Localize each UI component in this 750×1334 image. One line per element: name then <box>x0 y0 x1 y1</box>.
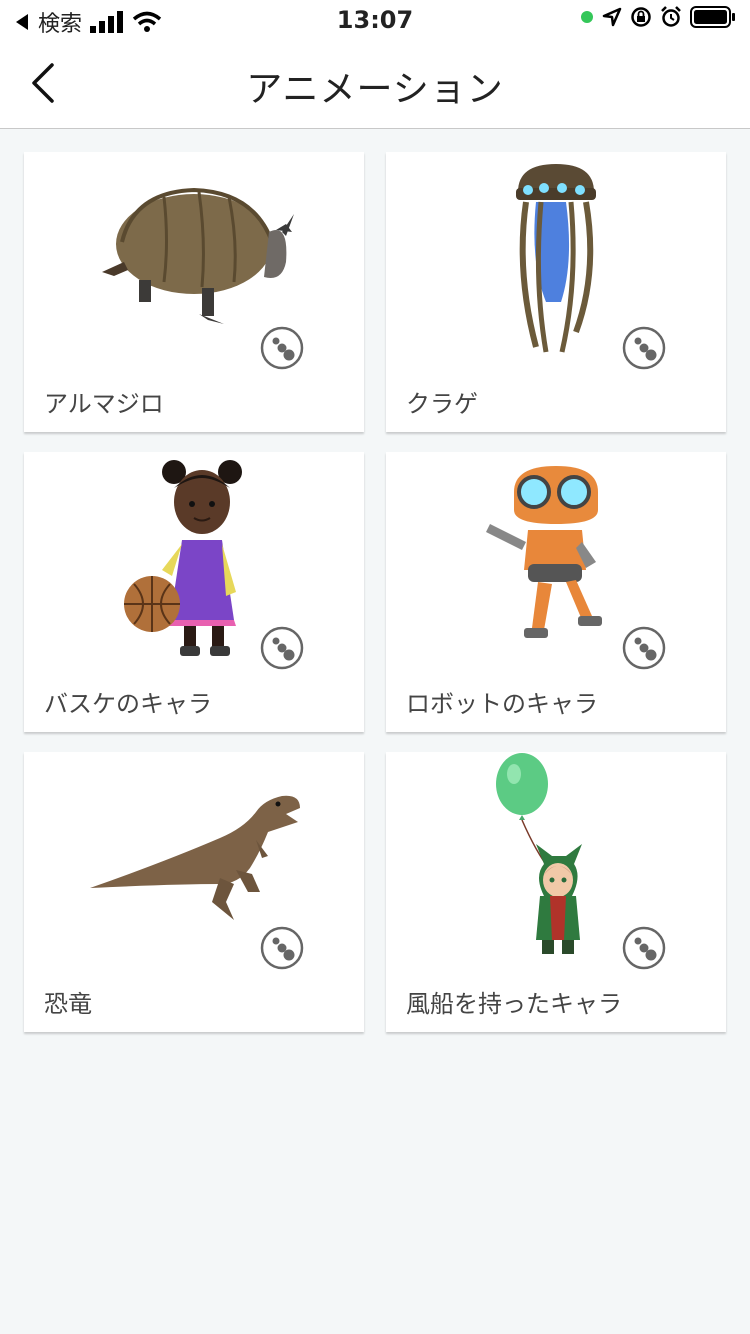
card-robot-character[interactable]: ロボットのキャラ <box>386 452 726 732</box>
location-arrow-icon <box>602 7 622 27</box>
navigation-bar: アニメーション <box>0 40 750 129</box>
basketball-girl-image <box>124 460 242 656</box>
card-label: アルマジロ <box>44 390 164 418</box>
camera-indicator-icon <box>581 11 593 23</box>
animation-icon <box>622 326 666 370</box>
balloon-character-image <box>496 753 582 954</box>
armadillo-image <box>102 187 294 324</box>
battery-icon <box>690 6 735 28</box>
card-label: 恐竜 <box>44 990 92 1018</box>
card-label: ロボットのキャラ <box>406 690 598 718</box>
animation-grid: アルマジロ クラゲ バスケのキャラ ロボットのキャラ 恐竜 風船を持ったキャラ <box>24 152 726 1032</box>
card-jellyfish[interactable]: クラゲ <box>386 152 726 432</box>
card-basketball-character[interactable]: バスケのキャラ <box>24 452 364 732</box>
rotation-lock-icon <box>631 7 651 27</box>
dinosaur-image <box>90 795 300 920</box>
animation-icon <box>622 926 666 970</box>
alarm-icon <box>661 6 681 27</box>
status-right <box>580 6 736 28</box>
card-label: バスケのキャラ <box>44 690 212 718</box>
page-title: アニメーション <box>246 69 504 110</box>
card-balloon-character[interactable]: 風船を持ったキャラ <box>386 752 726 1032</box>
card-armadillo[interactable]: アルマジロ <box>24 152 364 432</box>
animation-icon <box>622 626 666 670</box>
robot-image <box>486 466 602 638</box>
card-label: クラゲ <box>406 390 478 418</box>
animation-icon <box>260 626 304 670</box>
jellyfish-image <box>516 164 596 353</box>
status-bar: 検索 13:07 <box>0 0 750 40</box>
animation-icon <box>260 326 304 370</box>
card-dinosaur[interactable]: 恐竜 <box>24 752 364 1032</box>
card-label: 風船を持ったキャラ <box>406 990 622 1018</box>
animation-icon <box>260 926 304 970</box>
